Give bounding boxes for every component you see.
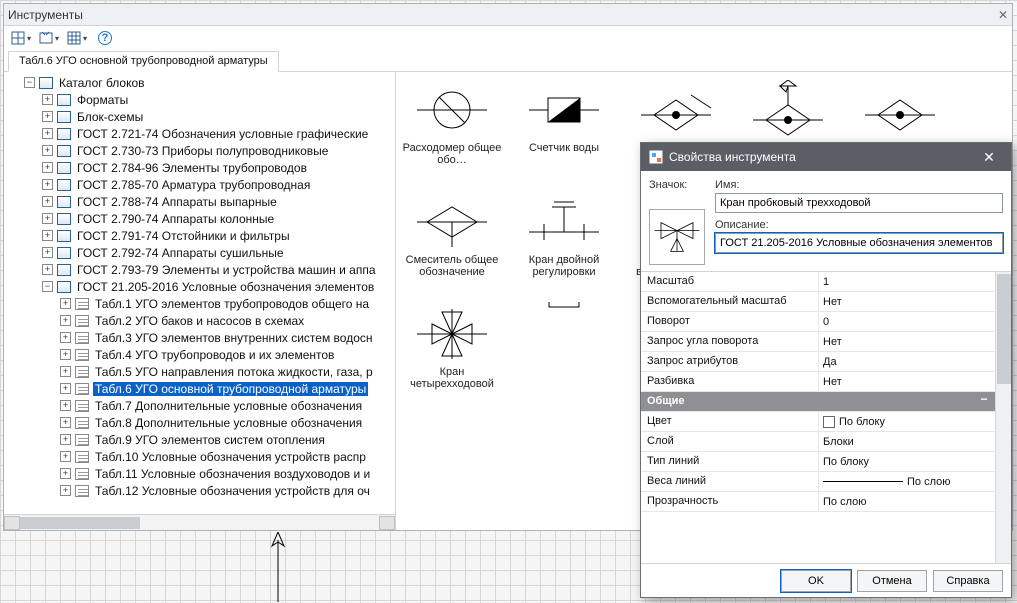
property-grid[interactable]: Масштаб1 Вспомогательный масштабНет Пово… [641, 272, 995, 563]
lineweight-sample [823, 481, 903, 482]
name-input[interactable] [715, 193, 1003, 213]
panel-header: Инструменты ✕ [4, 4, 1012, 26]
help-icon: ? [98, 31, 112, 45]
dialog-titlebar[interactable]: Свойства инструмента ✕ [641, 143, 1011, 171]
tree-node[interactable]: ГОСТ 2.791-74 Отстойники и фильтры [42, 227, 395, 244]
tree-node[interactable]: ГОСТ 21.205-2016 Условные обозначения эл… [42, 278, 395, 295]
toolbar-button-2[interactable]: ▾ [38, 28, 60, 48]
color-swatch [823, 416, 835, 428]
tree-leaf[interactable]: Табл.2 УГО баков и насосов в схемах [60, 312, 395, 329]
tree[interactable]: Каталог блоков Форматы Блок-схемы ГОСТ 2… [4, 72, 395, 514]
icon-label: Значок: [649, 179, 705, 191]
tree-leaf[interactable]: Табл.8 Дополнительные условные обозначен… [60, 414, 395, 431]
dialog-icon [649, 150, 663, 164]
panel-close-icon[interactable]: ✕ [998, 8, 1008, 22]
dialog-close-button[interactable]: ✕ [975, 149, 1003, 166]
tree-node[interactable]: Форматы [42, 91, 395, 108]
gallery-item[interactable]: Кран четырехходовой [396, 302, 508, 414]
property-category[interactable]: Общие− [641, 392, 995, 412]
ok-button[interactable]: OK [781, 570, 851, 592]
tool-properties-dialog: Свойства инструмента ✕ Значок: Имя: Опис… [640, 142, 1012, 598]
name-label: Имя: [715, 179, 1003, 191]
gallery-item[interactable]: Счетчик воды [508, 78, 620, 190]
dropdown-arrow-icon: ▾ [83, 34, 87, 43]
icon-preview[interactable] [649, 209, 705, 265]
gallery-label: Смеситель общее обозначение [396, 254, 508, 278]
gallery-label: Расходомер общее обо… [396, 142, 508, 166]
gallery-item[interactable]: Кран двойной регулировки [508, 190, 620, 302]
gallery-label: Кран двойной регулировки [508, 254, 620, 278]
tree-node[interactable]: Блок-схемы [42, 108, 395, 125]
tree-pane: Каталог блоков Форматы Блок-схемы ГОСТ 2… [4, 72, 396, 530]
help-button[interactable]: Справка [933, 570, 1003, 592]
gallery-label: Счетчик воды [525, 142, 603, 154]
tree-leaf[interactable]: Табл.11 Условные обозначения воздуховодо… [60, 465, 395, 482]
tree-leaf[interactable]: Табл.12 Условные обозначения устройств д… [60, 482, 395, 499]
tree-node[interactable]: ГОСТ 2.793-79 Элементы и устройства маши… [42, 261, 395, 278]
panel-toolbar: ▾ ▾ ▾ ? [4, 26, 1012, 50]
tree-node[interactable]: ГОСТ 2.792-74 Аппараты сушильные [42, 244, 395, 261]
tree-root[interactable]: Каталог блоков [24, 74, 395, 91]
tree-leaf[interactable]: Табл.10 Условные обозначения устройств р… [60, 448, 395, 465]
dropdown-arrow-icon: ▾ [55, 34, 59, 43]
tree-h-scrollbar[interactable] [4, 514, 395, 530]
gallery-item[interactable] [508, 302, 620, 414]
tree-node[interactable]: ГОСТ 2.730-73 Приборы полупроводниковые [42, 142, 395, 159]
dropdown-arrow-icon: ▾ [27, 34, 31, 43]
tree-node[interactable]: ГОСТ 2.784-96 Элементы трубопроводов [42, 159, 395, 176]
gallery-item[interactable]: Расходомер общее обо… [396, 78, 508, 190]
toolbar-button-3[interactable]: ▾ [66, 28, 88, 48]
tree-node[interactable]: ГОСТ 2.790-74 Аппараты колонные [42, 210, 395, 227]
panel-title: Инструменты [8, 8, 83, 22]
desc-input[interactable] [715, 233, 1003, 253]
active-tab[interactable]: Табл.6 УГО основной трубопроводной армат… [8, 51, 279, 72]
gallery-label: Кран четырехходовой [396, 366, 508, 390]
tree-node[interactable]: ГОСТ 2.785-70 Арматура трубопроводная [42, 176, 395, 193]
tree-leaf-selected[interactable]: Табл.6 УГО основной трубопроводной армат… [60, 380, 395, 397]
desc-label: Описание: [715, 219, 1003, 231]
tree-node[interactable]: ГОСТ 2.721-74 Обозначения условные графи… [42, 125, 395, 142]
toolbar-button-1[interactable]: ▾ [10, 28, 32, 48]
tree-leaf[interactable]: Табл.9 УГО элементов систем отопления [60, 431, 395, 448]
tree-leaf[interactable]: Табл.4 УГО трубопроводов и их элементов [60, 346, 395, 363]
cancel-button[interactable]: Отмена [857, 570, 927, 592]
tree-leaf[interactable]: Табл.5 УГО направления потока жидкости, … [60, 363, 395, 380]
gallery-item[interactable]: Смеситель общее обозначение [396, 190, 508, 302]
tree-leaf[interactable]: Табл.7 Дополнительные условные обозначен… [60, 397, 395, 414]
dialog-title: Свойства инструмента [669, 150, 796, 164]
tree-leaf[interactable]: Табл.3 УГО элементов внутренних систем в… [60, 329, 395, 346]
propgrid-scrollbar[interactable] [995, 272, 1011, 563]
canvas-arrow [258, 532, 298, 602]
tab-strip: Табл.6 УГО основной трубопроводной армат… [4, 50, 1012, 72]
tree-leaf[interactable]: Табл.1 УГО элементов трубопроводов общег… [60, 295, 395, 312]
toolbar-help-button[interactable]: ? [94, 28, 116, 48]
tree-node[interactable]: ГОСТ 2.788-74 Аппараты выпарные [42, 193, 395, 210]
